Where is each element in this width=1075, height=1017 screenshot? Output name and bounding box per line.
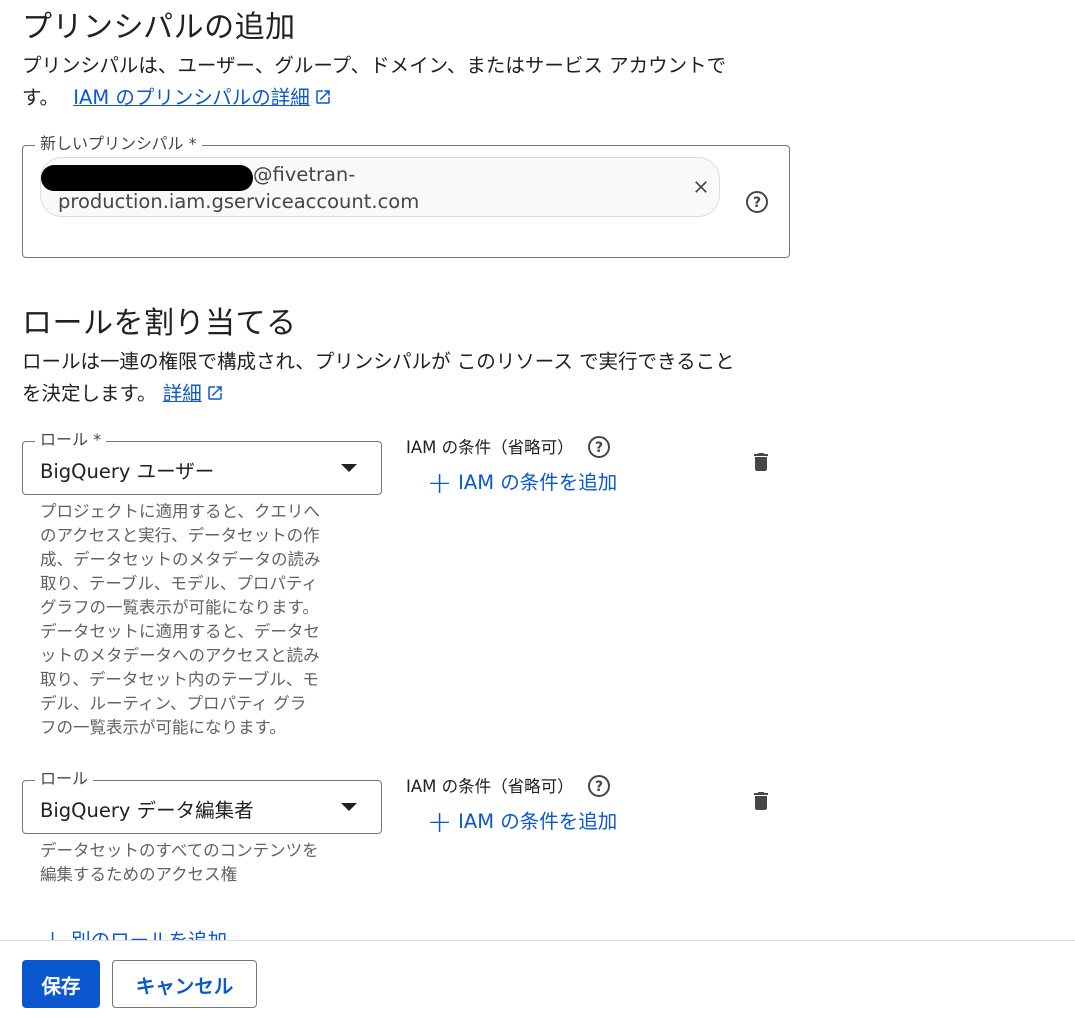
save-button[interactable]: 保存: [22, 960, 100, 1008]
iam-condition-label-2: IAM の条件（省略可） ?: [406, 773, 611, 802]
new-principal-label: 新しいプリンシパル *: [35, 134, 202, 154]
role-2-description-line: データセットのすべてのコンテンツを: [40, 841, 319, 860]
role-select-1-label: ロール *: [35, 430, 107, 450]
add-iam-condition-button-2[interactable]: + IAM の条件を追加: [427, 805, 617, 840]
dropdown-arrow-icon: [341, 464, 357, 472]
role-1-description-line: データセットに適用すると、データセ: [40, 622, 320, 641]
roles-description-line1: ロールは一連の権限で構成され、プリンシパルが このリソース で実行できること: [22, 350, 735, 373]
role-1-description-line: デル、ルーティン、プロパティ グラ: [40, 694, 307, 713]
redacted-text: [41, 165, 253, 191]
plus-icon: +: [427, 805, 453, 840]
principal-details-link[interactable]: IAM のプリンシパルの詳細: [73, 86, 310, 109]
iam-condition-label-text: IAM の条件（省略可）: [406, 777, 574, 796]
role-2-description: データセットのすべてのコンテンツを 編集するためのアクセス権: [40, 839, 370, 887]
svg-text:?: ?: [753, 195, 761, 211]
role-1-description-line: 取り、テーブル、モデル、プロパティ: [40, 574, 318, 593]
roles-description-line2: を決定します。 詳細: [22, 378, 812, 412]
trash-icon[interactable]: [749, 789, 773, 817]
add-iam-condition-label: IAM の条件を追加: [458, 810, 618, 833]
role-select-1[interactable]: ロール * BigQuery ユーザー: [22, 430, 382, 495]
role-select-2-value: BigQuery データ編集者: [40, 799, 254, 822]
role-1-description-line: プロジェクトに適用すると、クエリへ: [40, 502, 320, 521]
external-link-icon: [314, 84, 332, 116]
close-icon[interactable]: [691, 177, 711, 201]
help-icon[interactable]: ?: [587, 774, 611, 802]
iam-condition-label-text: IAM の条件（省略可）: [406, 438, 574, 457]
role-1-description-line: ットのメタデータへのアクセスと読み: [40, 646, 320, 665]
principal-chip-text-line2: production.iam.gserviceaccount.com: [58, 190, 420, 213]
role-select-2-label: ロール: [35, 769, 94, 789]
plus-icon: +: [427, 466, 453, 501]
role-select-1-value: BigQuery ユーザー: [40, 460, 215, 483]
principal-description-line2-text: す。: [22, 86, 60, 109]
cancel-button[interactable]: キャンセル: [112, 960, 257, 1008]
roles-details-link[interactable]: 詳細: [163, 382, 202, 405]
principal-chip-text-line1: @fivetran-: [253, 163, 356, 186]
role-1-description-line: 取り、データセット内のテーブル、モ: [40, 670, 319, 689]
principal-section-title: プリンシパルの追加: [22, 10, 296, 45]
svg-text:?: ?: [595, 440, 603, 456]
new-principal-field[interactable]: 新しいプリンシパル * @fivetran- production.iam.gs…: [22, 134, 790, 258]
roles-section-title: ロールを割り当てる: [22, 306, 297, 341]
roles-description: ロールは一連の権限で構成され、プリンシパルが このリソース で実行できること を…: [22, 346, 812, 412]
role-1-description-line: グラフの一覧表示が可能になります。: [40, 598, 319, 617]
principal-chip[interactable]: @fivetran- production.iam.gserviceaccoun…: [40, 157, 720, 217]
principal-description-line2: す。 IAM のプリンシパルの詳細: [22, 82, 802, 116]
role-1-description-line: フの一覧表示が可能になります。: [40, 718, 286, 737]
svg-text:?: ?: [595, 779, 603, 795]
role-1-description: プロジェクトに適用すると、クエリへ のアクセスと実行、データセットの作 成、デー…: [40, 500, 370, 740]
footer-bar: 保存 キャンセル: [0, 941, 1075, 1017]
add-iam-condition-label: IAM の条件を追加: [458, 471, 618, 494]
external-link-icon: [206, 380, 224, 412]
roles-description-line2-text: を決定します。: [22, 382, 157, 405]
trash-icon[interactable]: [749, 450, 773, 478]
help-icon[interactable]: ?: [745, 190, 769, 218]
role-select-2[interactable]: ロール BigQuery データ編集者: [22, 769, 382, 834]
help-icon[interactable]: ?: [587, 435, 611, 463]
role-1-description-line: のアクセスと実行、データセットの作: [40, 526, 320, 545]
principal-description-line1: プリンシパルは、ユーザー、グループ、ドメイン、またはサービス アカウントで: [22, 54, 727, 77]
dropdown-arrow-icon: [341, 803, 357, 811]
role-1-description-line: 成、データセットのメタデータの読み: [40, 550, 321, 569]
role-2-description-line: 編集するためのアクセス権: [40, 865, 238, 884]
principal-description: プリンシパルは、ユーザー、グループ、ドメイン、またはサービス アカウントで す。…: [22, 50, 802, 116]
add-iam-condition-button-1[interactable]: + IAM の条件を追加: [427, 466, 617, 501]
iam-condition-label-1: IAM の条件（省略可） ?: [406, 434, 611, 463]
